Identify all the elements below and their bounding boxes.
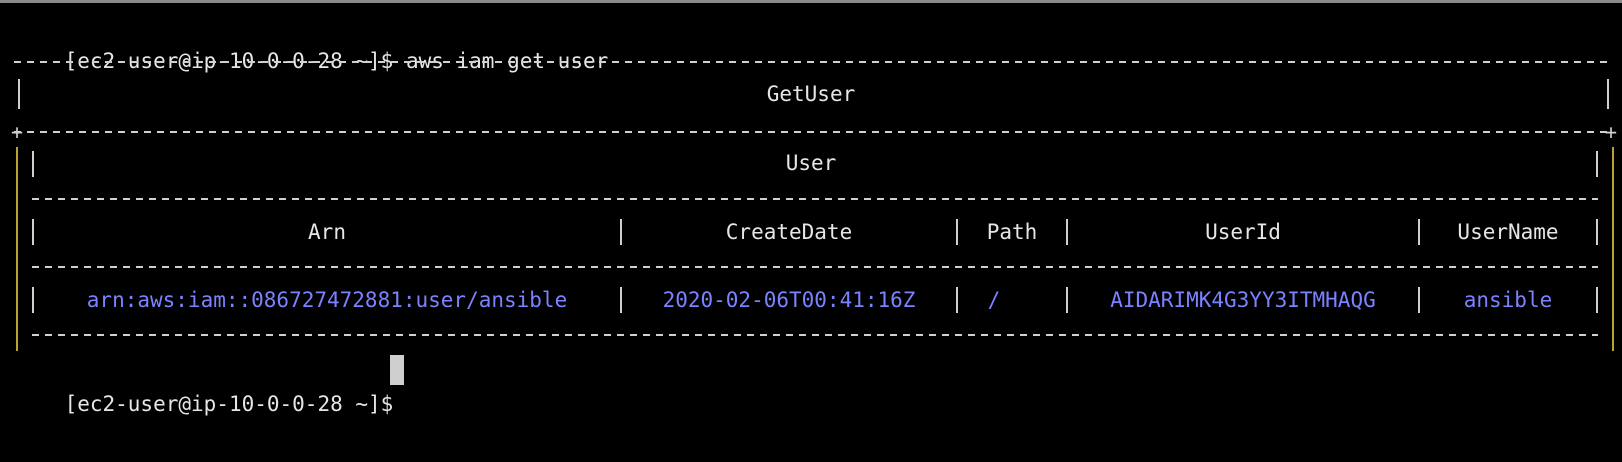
table-title: GetUser xyxy=(766,82,856,106)
subtable-title: User xyxy=(785,151,837,175)
corner-plus: + xyxy=(10,120,24,144)
command-line-1: [ec2-user@ip-10-0-0-28 ~]$ aws iam get-u… xyxy=(14,10,609,73)
command-line-2[interactable]: [ec2-user@ip-10-0-0-28 ~]$ xyxy=(14,353,406,416)
title-separator xyxy=(14,131,1608,133)
column-header-userid: UserId xyxy=(1205,220,1281,244)
column-header-username: UserName xyxy=(1457,220,1559,244)
corner-plus: + xyxy=(1604,120,1618,144)
inner-right-border xyxy=(1596,219,1598,245)
column-header-arn: Arn xyxy=(308,220,346,244)
cell-arn: arn:aws:iam::086727472881:user/ansible xyxy=(86,288,568,312)
outer-right-border xyxy=(1612,181,1614,215)
header-separator xyxy=(32,266,1598,268)
cell-createdate: 2020-02-06T00:41:16Z xyxy=(662,288,916,312)
outer-right-border xyxy=(1612,283,1614,317)
outer-left-border xyxy=(16,283,18,317)
inner-right-border xyxy=(1596,287,1598,313)
table-top-border xyxy=(14,61,1608,63)
cell-userid: AIDARIMK4G3YY3ITMHAQG xyxy=(1110,288,1376,312)
outer-left-border xyxy=(16,249,18,283)
outer-left-border xyxy=(16,215,18,249)
subtitle-separator xyxy=(32,198,1598,200)
table-bottom-border xyxy=(32,334,1598,336)
column-header-createdate: CreateDate xyxy=(725,220,853,244)
cell-path: / xyxy=(987,288,1001,312)
outer-left-border xyxy=(16,317,18,351)
outer-left-border xyxy=(16,181,18,215)
column-header-path: Path xyxy=(986,220,1038,244)
outer-right-border xyxy=(1612,215,1614,249)
shell-prompt: [ec2-user@ip-10-0-0-28 ~]$ xyxy=(64,392,406,416)
cell-username: ansible xyxy=(1463,288,1553,312)
text-cursor xyxy=(390,355,404,385)
outer-right-border xyxy=(1612,249,1614,283)
terminal-window[interactable]: [ec2-user@ip-10-0-0-28 ~]$ aws iam get-u… xyxy=(0,0,1622,462)
outer-right-border xyxy=(1612,317,1614,351)
